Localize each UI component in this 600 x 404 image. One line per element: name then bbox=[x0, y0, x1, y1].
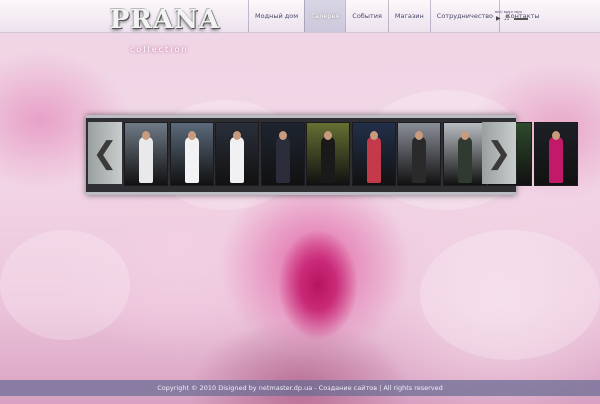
gallery-filmstrip: ❮ ❯ bbox=[86, 115, 578, 195]
chevron-left-icon[interactable]: ❮ bbox=[88, 122, 122, 184]
model-head bbox=[551, 131, 560, 140]
gallery-thumbnail[interactable] bbox=[124, 122, 168, 186]
footer: Copyright © 2010 Disigned by netmaster.d… bbox=[0, 380, 600, 396]
model-head bbox=[415, 131, 423, 140]
volume-slider[interactable] bbox=[514, 18, 528, 20]
model-head bbox=[142, 131, 150, 140]
gallery-thumbnail[interactable] bbox=[260, 122, 305, 186]
menu-item-fashion-house[interactable]: Модный дом bbox=[248, 0, 304, 32]
model-figure bbox=[412, 137, 426, 183]
sound-toggle-label: вкл/ выкл звук bbox=[495, 10, 523, 14]
gallery-thumbnail[interactable] bbox=[397, 122, 441, 186]
petal-highlight bbox=[420, 230, 600, 360]
brand-logo[interactable]: PRANA bbox=[100, 5, 230, 41]
model-head bbox=[233, 131, 241, 140]
gallery-thumbnail[interactable] bbox=[442, 122, 487, 186]
menu-item-events[interactable]: События bbox=[345, 0, 388, 32]
model-figure bbox=[366, 137, 381, 183]
menu-item-gallery[interactable]: Галерея bbox=[304, 0, 346, 32]
model-head bbox=[278, 131, 287, 140]
logo-text: PRANA bbox=[109, 5, 221, 35]
menu-item-shop[interactable]: Магазин bbox=[387, 0, 430, 32]
gallery-thumbnail[interactable] bbox=[215, 122, 259, 186]
copyright-text: Copyright © 2010 Disigned by netmaster.d… bbox=[157, 384, 443, 392]
gallery-thumbnail[interactable] bbox=[306, 122, 350, 186]
gallery-thumbnail[interactable] bbox=[533, 122, 578, 186]
sound-player: вкл/ выкл звук ▶ ♬ bbox=[489, 10, 549, 24]
model-figure bbox=[275, 137, 290, 183]
model-figure bbox=[230, 137, 244, 183]
logo-subtitle: collection bbox=[130, 45, 189, 54]
model-head bbox=[369, 131, 378, 140]
chevron-right-icon[interactable]: ❯ bbox=[482, 122, 516, 184]
speaker-icon[interactable]: ♬ bbox=[504, 16, 509, 22]
model-head bbox=[324, 131, 332, 140]
gallery-thumbnail[interactable] bbox=[351, 122, 396, 186]
model-figure bbox=[139, 137, 153, 183]
model-figure bbox=[184, 137, 199, 183]
petal-highlight bbox=[0, 230, 130, 340]
model-head bbox=[187, 131, 196, 140]
model-figure bbox=[548, 137, 563, 183]
model-figure bbox=[321, 137, 335, 183]
model-head bbox=[460, 131, 469, 140]
model-figure bbox=[457, 137, 472, 183]
play-icon[interactable]: ▶ bbox=[496, 16, 501, 22]
gallery-thumbnail[interactable] bbox=[169, 122, 214, 186]
